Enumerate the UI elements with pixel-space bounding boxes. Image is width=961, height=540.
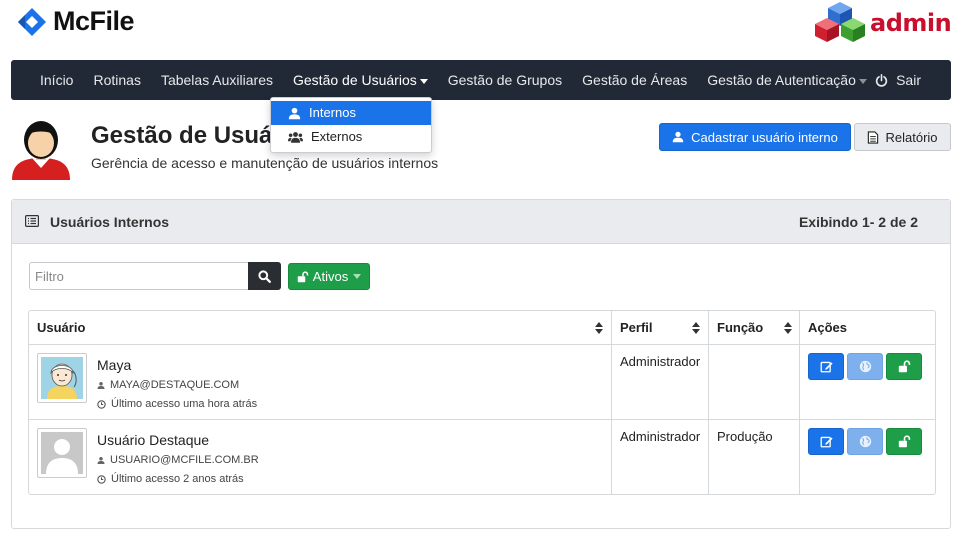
unlock-icon bbox=[297, 270, 309, 282]
nav-inicio[interactable]: Início bbox=[30, 60, 83, 100]
logout-button[interactable]: Sair bbox=[875, 60, 921, 100]
list-icon bbox=[25, 215, 39, 227]
last-access: Último acesso uma hora atrás bbox=[97, 398, 257, 410]
nav-rotinas[interactable]: Rotinas bbox=[83, 60, 150, 100]
user-profile: Administrador bbox=[620, 354, 701, 369]
status-filter-label: Ativos bbox=[312, 269, 349, 284]
globe-icon bbox=[859, 360, 871, 373]
nav-gestao-usuarios[interactable]: Gestão de Usuários bbox=[283, 60, 438, 100]
column-header-acoes: Ações bbox=[808, 320, 848, 335]
mcfile-logo-icon bbox=[18, 7, 46, 36]
unlock-button[interactable] bbox=[886, 428, 922, 455]
nav-tabelas-auxiliares[interactable]: Tabelas Auxiliares bbox=[151, 60, 283, 100]
dropdown-item-internos[interactable]: Internos bbox=[271, 101, 431, 125]
clock-icon bbox=[97, 399, 106, 409]
clock-icon bbox=[97, 474, 106, 484]
unlock-icon bbox=[898, 435, 910, 448]
internal-users-panel: Usuários Internos Exibindo 1- 2 de 2 Ati… bbox=[11, 199, 951, 529]
dropdown-item-externos[interactable]: Externos bbox=[271, 125, 431, 149]
brand-name: McFile bbox=[53, 6, 135, 36]
user-profile: Administrador bbox=[620, 429, 701, 444]
chevron-down-icon bbox=[419, 78, 428, 84]
nav-gestao-autenticacao-label: Gestão de Autenticação bbox=[707, 72, 856, 88]
last-access: Último acesso 2 anos atrás bbox=[97, 473, 244, 485]
user-name: Maya bbox=[97, 357, 132, 373]
status-filter-dropdown[interactable]: Ativos bbox=[288, 263, 370, 290]
last-access-text: Último acesso 2 anos atrás bbox=[111, 473, 244, 485]
edit-icon bbox=[820, 436, 833, 448]
globe-icon bbox=[859, 435, 871, 448]
user-photo-maya-icon bbox=[41, 357, 83, 399]
panel-header: Usuários Internos Exibindo 1- 2 de 2 bbox=[12, 200, 950, 244]
page-subtitle: Gerência de acesso e manutenção de usuár… bbox=[91, 155, 439, 171]
column-header-funcao[interactable]: Função bbox=[709, 311, 763, 345]
nav-gestao-grupos[interactable]: Gestão de Grupos bbox=[438, 60, 572, 100]
edit-button[interactable] bbox=[808, 428, 844, 455]
table-row: Usuário Destaque USUARIO@MCFILE.COM.BR Ú… bbox=[29, 420, 935, 494]
user-icon bbox=[288, 107, 301, 119]
page-title: Gestão de Usuá bbox=[91, 122, 273, 149]
globe-button[interactable] bbox=[847, 428, 883, 455]
search-icon bbox=[258, 269, 271, 283]
user-avatar-icon bbox=[12, 121, 70, 180]
user-icon bbox=[672, 131, 684, 143]
sort-icon[interactable] bbox=[692, 322, 700, 334]
user-icon bbox=[97, 381, 105, 389]
table-row: Maya MAYA@DESTAQUE.COM Último acesso uma… bbox=[29, 345, 935, 420]
nav-gestao-areas[interactable]: Gestão de Áreas bbox=[572, 60, 697, 100]
admin-label: admin bbox=[870, 9, 952, 37]
column-header-perfil[interactable]: Perfil bbox=[612, 311, 653, 345]
user-avatar-illustration bbox=[10, 116, 72, 180]
column-header-usuario[interactable]: Usuário bbox=[29, 311, 85, 345]
chevron-down-icon bbox=[858, 78, 867, 84]
dropdown-item-label: Externos bbox=[311, 129, 363, 144]
user-email: USUARIO@MCFILE.COM.BR bbox=[97, 454, 259, 466]
main-navbar: Início Rotinas Tabelas Auxiliares Gestão… bbox=[11, 60, 951, 100]
user-email-text: MAYA@DESTAQUE.COM bbox=[110, 379, 240, 391]
dropdown-item-label: Internos bbox=[309, 105, 356, 120]
user-photo bbox=[37, 428, 87, 478]
report-label: Relatório bbox=[885, 129, 938, 145]
default-avatar-icon bbox=[41, 432, 83, 474]
usuarios-dropdown-menu: Internos Externos bbox=[270, 97, 432, 153]
user-function: Produção bbox=[717, 429, 773, 444]
sort-icon[interactable] bbox=[784, 322, 792, 334]
cubes-icon bbox=[815, 2, 865, 42]
unlock-button[interactable] bbox=[886, 353, 922, 380]
nav-gestao-autenticacao[interactable]: Gestão de Autenticação bbox=[697, 60, 877, 100]
last-access-text: Último acesso uma hora atrás bbox=[111, 398, 258, 410]
user-photo bbox=[37, 353, 87, 403]
chevron-down-icon bbox=[353, 274, 362, 279]
results-count: Exibindo 1- 2 de 2 bbox=[798, 214, 918, 230]
unlock-icon bbox=[898, 360, 910, 373]
user-email-text: USUARIO@MCFILE.COM.BR bbox=[110, 454, 259, 466]
edit-button[interactable] bbox=[808, 353, 844, 380]
add-internal-user-button[interactable]: Cadastrar usuário interno bbox=[659, 123, 851, 151]
add-internal-user-label: Cadastrar usuário interno bbox=[691, 129, 838, 145]
globe-button[interactable] bbox=[847, 353, 883, 380]
report-button[interactable]: Relatório bbox=[854, 123, 951, 151]
admin-logo: admin bbox=[812, 0, 952, 48]
power-icon bbox=[875, 73, 888, 87]
mcfile-logo[interactable]: McFile bbox=[17, 6, 135, 37]
filter-input[interactable] bbox=[29, 262, 250, 290]
users-table: Usuário Perfil Função Ações Maya MAYA@DE… bbox=[28, 310, 936, 495]
search-button[interactable] bbox=[248, 262, 281, 290]
user-icon bbox=[97, 456, 105, 464]
document-icon bbox=[868, 130, 879, 144]
nav-gestao-usuarios-label: Gestão de Usuários bbox=[293, 72, 417, 88]
logout-label: Sair bbox=[896, 72, 921, 88]
panel-title: Usuários Internos bbox=[50, 214, 170, 230]
user-name: Usuário Destaque bbox=[97, 432, 210, 448]
users-group-icon bbox=[288, 131, 303, 143]
edit-icon bbox=[820, 361, 833, 373]
sort-icon[interactable] bbox=[595, 322, 603, 334]
user-email: MAYA@DESTAQUE.COM bbox=[97, 379, 239, 391]
